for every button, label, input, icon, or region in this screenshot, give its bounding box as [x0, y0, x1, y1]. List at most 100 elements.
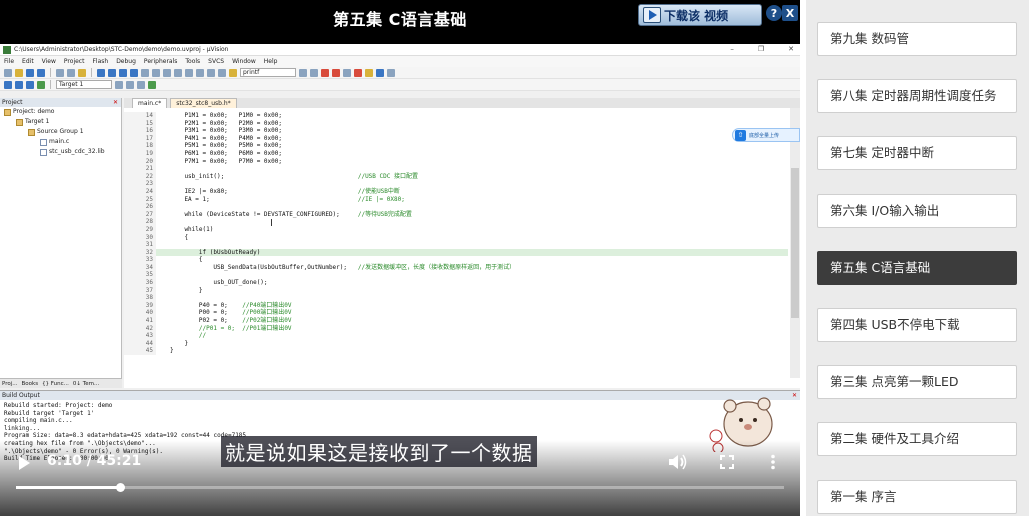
code-text: P2M1 = 0x00; P2M0 = 0x00; [170, 119, 282, 127]
close-download-bar-button[interactable]: X [782, 5, 798, 21]
project-tree-label: Source Group 1 [37, 128, 84, 135]
line-number: 17 [124, 134, 156, 143]
ide-menu-item: Edit [22, 58, 34, 65]
subtitle-caption: 就是说如果这是接收到了一个数据 [221, 436, 537, 467]
code-line: 29 while(1) [124, 225, 788, 234]
code-line: 44 } [124, 339, 788, 348]
code-text: while(1) [170, 225, 214, 233]
line-number: 41 [124, 317, 156, 325]
configure-icon [365, 68, 373, 77]
episode-item[interactable]: 第二集 硬件及工具介绍 [817, 422, 1017, 457]
code-line: 39 P40 = 0; //P40端口输出0V [124, 301, 788, 310]
folder-icon [16, 118, 23, 126]
help-button[interactable]: ? [766, 5, 782, 21]
code-text: P00 = 0; [170, 309, 243, 317]
episode-item[interactable]: 第四集 USB不停电下载 [817, 308, 1017, 342]
code-text: P6M1 = 0x00; P6M0 = 0x00; [170, 149, 282, 157]
code-comment: //IE |= 0X80; [357, 195, 405, 203]
line-number: 16 [124, 127, 156, 135]
episode-item-active[interactable]: 第五集 C语言基础 [817, 250, 1017, 285]
more-options-icon[interactable] [770, 454, 776, 470]
folder-icon [28, 128, 35, 136]
rebuild-icon [26, 80, 34, 89]
target-options-icon [115, 80, 123, 89]
ide-menu-item: Help [263, 58, 278, 65]
code-line: 27 while (DeviceState != DEVSTATE_CONFIG… [124, 210, 788, 219]
code-line: 21 [124, 165, 788, 173]
save-all-icon [37, 68, 45, 77]
ide-menubar: File Edit View Project Flash Debug Peripherals… [0, 56, 800, 67]
download-play-icon [643, 7, 661, 23]
editor-tabs: main.c* stc32_stc8_usb.h* [124, 98, 800, 108]
ide-menu-item: Peripherals [143, 58, 178, 65]
find-combo: printf [240, 68, 296, 77]
episode-item[interactable]: 第七集 定时器中断 [817, 136, 1017, 171]
fullscreen-icon[interactable] [720, 455, 734, 469]
code-comment: //USB CDC 接口配置 [357, 172, 418, 180]
code-text: EA = 1; [170, 195, 358, 203]
code-lines: 14 P1M1 = 0x00; P1M0 = 0x00; 15 P2M1 = 0x… [124, 112, 788, 355]
code-line: 32 if (bUsbOutReady) [124, 248, 788, 257]
line-number: 18 [124, 142, 156, 150]
file-icon [40, 148, 47, 156]
ide-window-title: C:\Users\Administrator\Desktop\STC-Demo\… [14, 46, 229, 53]
build-log-line: Rebuild target 'Target 1' [4, 409, 95, 417]
code-comment: // [198, 332, 207, 340]
copy-icon [67, 68, 75, 77]
volume-icon[interactable] [668, 453, 688, 471]
line-number: 24 [124, 187, 156, 196]
episode-item[interactable]: 第一集 序言 [817, 479, 1017, 514]
code-editor: main.c* stc32_stc8_usb.h* 14 P1M1 = 0x00… [124, 98, 800, 388]
playback-time: 6:10 / 45:21 [47, 453, 142, 469]
code-text: { [170, 256, 203, 264]
code-line: 19 P6M1 = 0x00; P6M0 = 0x00; [124, 149, 788, 158]
paste-icon [78, 68, 86, 77]
line-number: 32 [124, 248, 156, 257]
episode-item[interactable]: 第八集 定时器周期性调度任务 [817, 79, 1017, 114]
episode-item[interactable]: 第六集 I/O输入输出 [817, 193, 1017, 228]
pack-installer-icon [148, 80, 156, 89]
episode-item[interactable]: 第九集 数码管 [817, 22, 1017, 56]
project-tree-item: Source Group 1 [0, 127, 121, 137]
code-line: 41 P02 = 0; //P02端口输出0V [124, 317, 788, 325]
project-tree-label: Project: demo [13, 108, 55, 115]
code-text: usb_OUT_done(); [170, 279, 268, 287]
project-pane-tab: Proj... [2, 381, 18, 387]
line-number: 14 [124, 112, 156, 120]
build-output-header: Build Output ✕ [0, 391, 800, 400]
line-number: 15 [124, 119, 156, 128]
nav-forward-icon [130, 68, 138, 77]
translate-icon [4, 80, 12, 89]
code-line: 26 [124, 203, 788, 211]
code-line: 14 P1M1 = 0x00; P1M0 = 0x00; [124, 112, 788, 120]
play-icon[interactable] [16, 455, 32, 471]
close-icon: ✕ [791, 392, 797, 399]
toolbar-divider [91, 68, 92, 77]
project-tree-label: main.c [49, 138, 70, 145]
episode-item[interactable]: 第三集 点亮第一颗LED [817, 365, 1017, 400]
video-player[interactable]: C:\Users\Administrator\Desktop\STC-Demo\… [0, 0, 800, 516]
redo-icon [108, 68, 116, 77]
progress-bar[interactable] [16, 483, 784, 492]
code-line: 22 usb_init(); //USB CDC 接口配置 [124, 172, 788, 181]
code-line: 33 { [124, 256, 788, 264]
code-line: 24 IE2 |= 0x80; //使能USB中断 [124, 187, 788, 196]
build-log-line: compiling main.c... [4, 417, 73, 425]
code-line: 23 [124, 180, 788, 188]
download-video-button[interactable]: 下载该 视频 [638, 4, 762, 26]
indent-icon [185, 68, 193, 77]
code-text: P7M1 = 0x00; P7M0 = 0x00; [170, 157, 282, 165]
ide-menu-item: File [4, 58, 15, 65]
comment-icon [207, 68, 215, 77]
code-line: 30 { [124, 233, 788, 242]
code-line: 15 P2M1 = 0x00; P2M0 = 0x00; [124, 119, 788, 128]
upload-badge-label: 底部全量上传 [749, 132, 780, 139]
project-pane-header: Project ✕ [0, 98, 121, 107]
maximize-icon: ❐ [757, 45, 765, 53]
find-in-files-icon [229, 68, 237, 77]
project-pane-tabs: Proj... Books{} Func... 0↓ Tem... [0, 378, 122, 388]
code-comment: //发送数据缓冲区，长度（接收数据原样返回，用于测试） [357, 263, 516, 271]
